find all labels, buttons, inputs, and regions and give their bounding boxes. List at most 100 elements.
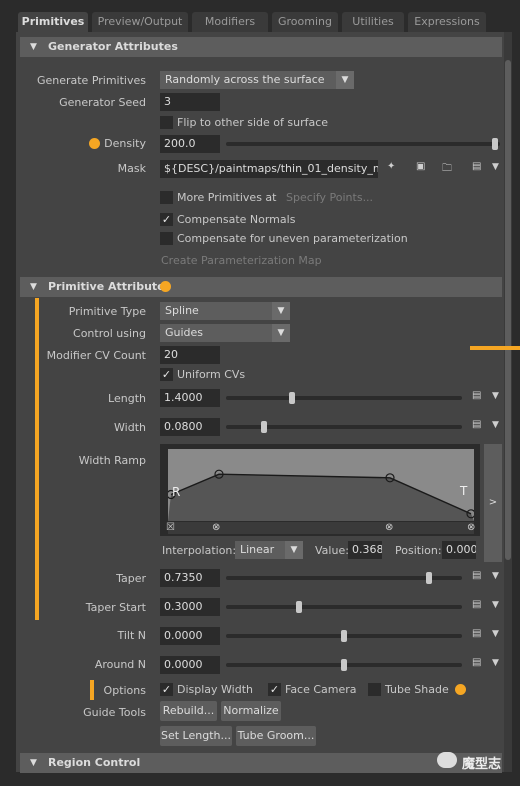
interpolation-label: Interpolation: [162, 544, 237, 557]
flip-side-label: Flip to other side of surface [177, 116, 329, 129]
folder-icon[interactable]: 🗀 [442, 161, 452, 178]
region-section-title: Region Control [48, 756, 141, 769]
compensate-normals-label: Compensate Normals [177, 213, 296, 226]
generator-seed-field[interactable]: 3 [160, 93, 220, 111]
set-length-button[interactable]: Set Length... [160, 726, 232, 746]
slider-handle[interactable] [491, 138, 498, 150]
flip-side-checkbox[interactable] [160, 116, 173, 129]
rebuild-button[interactable]: Rebuild... [160, 701, 217, 721]
chevron-down-icon[interactable]: ▼ [492, 420, 499, 430]
ramp-handle-icon[interactable]: ⊗ [467, 522, 475, 533]
around-n-field[interactable]: 0.0000 [160, 656, 220, 674]
face-camera-checkbox[interactable]: ✓ [268, 683, 281, 696]
width-label: Width [114, 421, 146, 434]
save-disk-icon[interactable]: ▣ [416, 161, 425, 172]
options-label: Options [103, 684, 146, 697]
control-using-label: Control using [73, 327, 146, 340]
around-n-label: Around N [94, 658, 146, 671]
expression-editor-icon[interactable]: ▤ [472, 390, 481, 401]
uniform-cvs-checkbox[interactable]: ✓ [160, 368, 173, 381]
ramp-position-field[interactable]: 0.000 [442, 541, 476, 559]
tube-shade-checkbox[interactable] [368, 683, 381, 696]
mask-path-field[interactable]: ${DESC}/paintmaps/thin_01_density_mask [160, 160, 378, 178]
tab-preview-output[interactable]: Preview/Output [92, 12, 188, 32]
face-camera-label: Face Camera [285, 683, 357, 696]
specify-points-button[interactable]: Specify Points... [286, 191, 373, 205]
width-ramp-graph[interactable]: R T [168, 449, 474, 521]
collapse-triangle-icon: ▼ [30, 758, 37, 768]
scrollbar-thumb[interactable] [505, 60, 511, 560]
tab-grooming[interactable]: Grooming [272, 12, 338, 32]
interpolation-dropdown[interactable]: Linear ▼ [235, 541, 303, 559]
create-param-map-button[interactable]: Create Parameterization Map [161, 254, 322, 268]
tab-expressions[interactable]: Expressions [408, 12, 486, 32]
slider-handle[interactable] [341, 630, 347, 642]
tab-bar: Primitives Preview/Output Modifiers Groo… [0, 0, 520, 32]
more-primitives-checkbox[interactable] [160, 191, 173, 204]
ramp-value-field[interactable]: 0.368 [348, 541, 382, 559]
display-width-checkbox[interactable]: ✓ [160, 683, 173, 696]
density-field[interactable]: 200.0 [160, 135, 220, 153]
tilt-n-field[interactable]: 0.0000 [160, 627, 220, 645]
generate-primitives-label: Generate Primitives [36, 74, 146, 87]
tab-modifiers[interactable]: Modifiers [192, 12, 268, 32]
primitive-type-label: Primitive Type [68, 305, 146, 318]
width-field[interactable]: 0.0800 [160, 418, 220, 436]
ramp-handle-icon[interactable]: ⊗ [212, 522, 220, 533]
interpolation-value: Linear [240, 543, 275, 556]
tab-utilities[interactable]: Utilities [342, 12, 404, 32]
chevron-down-icon[interactable]: ▼ [492, 162, 499, 172]
ramp-expand-button[interactable]: > [484, 444, 502, 562]
modifier-cv-count-field[interactable]: 20 [160, 346, 220, 364]
compensate-normals-checkbox[interactable]: ✓ [160, 213, 173, 226]
taper-start-field[interactable]: 0.3000 [160, 598, 220, 616]
ramp-handle-icon[interactable]: ⊗ [385, 522, 393, 533]
tube-groom-button[interactable]: Tube Groom... [236, 726, 316, 746]
compensate-uneven-label: Compensate for uneven parameterization [177, 232, 408, 245]
generate-primitives-dropdown[interactable]: Randomly across the surface ▼ [160, 71, 354, 89]
chevron-down-icon[interactable]: ▼ [492, 629, 499, 639]
generate-primitives-value: Randomly across the surface [165, 73, 325, 86]
expression-editor-icon[interactable]: ▤ [472, 628, 481, 639]
chevron-down-icon[interactable]: ▼ [492, 391, 499, 401]
paint-wand-icon[interactable]: ✦ [387, 161, 395, 172]
generator-section-header[interactable]: ▼ Generator Attributes [20, 37, 502, 57]
primitive-section-header[interactable]: ▼ Primitive Attributes [20, 277, 502, 297]
slider-handle[interactable] [260, 421, 267, 433]
taper-field[interactable]: 0.7350 [160, 569, 220, 587]
tab-primitives[interactable]: Primitives [18, 12, 88, 32]
expression-editor-icon[interactable]: ▤ [472, 570, 481, 581]
primitive-type-dropdown[interactable]: Spline ▼ [160, 302, 290, 320]
generator-section-title: Generator Attributes [48, 40, 178, 53]
taper-start-slider[interactable] [226, 605, 462, 609]
expression-editor-icon[interactable]: ▤ [472, 599, 481, 610]
ramp-position-label: Position: [395, 544, 442, 557]
length-slider[interactable] [226, 396, 462, 400]
expression-editor-icon[interactable]: ▤ [472, 419, 481, 430]
tilt-n-label: Tilt N [117, 629, 146, 642]
compensate-uneven-checkbox[interactable] [160, 232, 173, 245]
tube-shade-label: Tube Shade [385, 683, 449, 696]
chevron-down-icon[interactable]: ▼ [492, 600, 499, 610]
length-field[interactable]: 1.4000 [160, 389, 220, 407]
slider-handle[interactable] [341, 659, 347, 671]
ramp-handle-icon[interactable]: ☒ [166, 522, 175, 533]
region-section-header[interactable]: ▼ Region Control [20, 753, 502, 773]
slider-handle[interactable] [425, 572, 432, 584]
slider-handle[interactable] [289, 392, 296, 404]
expression-editor-icon[interactable]: ▤ [472, 161, 481, 172]
control-using-dropdown[interactable]: Guides ▼ [160, 324, 290, 342]
expression-editor-icon[interactable]: ▤ [472, 657, 481, 668]
wechat-logo-icon [437, 752, 457, 768]
display-width-label: Display Width [177, 683, 254, 696]
normalize-button[interactable]: Normalize [221, 701, 281, 721]
chevron-down-icon: ▼ [285, 541, 303, 559]
chevron-down-icon[interactable]: ▼ [492, 571, 499, 581]
density-slider[interactable] [226, 142, 500, 146]
slider-handle[interactable] [296, 601, 303, 613]
collapse-triangle-icon: ▼ [30, 42, 37, 52]
ramp-value-label: Value: [315, 544, 349, 557]
accent-marker [470, 346, 520, 350]
chevron-down-icon[interactable]: ▼ [492, 658, 499, 668]
chevron-down-icon: ▼ [272, 324, 290, 342]
